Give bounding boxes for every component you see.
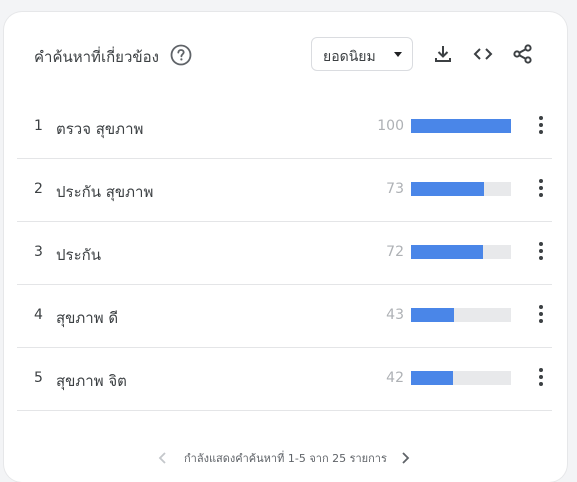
- interest-bar: [411, 371, 511, 385]
- interest-bar: [411, 182, 511, 196]
- interest-bar-fill: [411, 371, 453, 385]
- more-vert-icon[interactable]: [536, 177, 546, 199]
- sort-select-value: ยอดนิยม: [323, 49, 376, 65]
- related-queries-list: 1 ตรวจ สุขภาพ 100 2 ประกัน สุขภาพ 73 3 ป…: [17, 96, 552, 411]
- query-text[interactable]: ตรวจ สุขภาพ: [56, 117, 143, 141]
- rank-number: 1: [34, 118, 43, 134]
- interest-bar-fill: [411, 308, 454, 322]
- interest-value: 73: [386, 181, 404, 197]
- download-icon[interactable]: [431, 42, 455, 66]
- interest-bar: [411, 308, 511, 322]
- rank-number: 2: [34, 181, 43, 197]
- interest-bar-fill: [411, 119, 511, 133]
- rank-number: 5: [34, 370, 43, 386]
- list-item[interactable]: 2 ประกัน สุขภาพ 73: [17, 159, 552, 222]
- card-header: คำค้นหาที่เกี่ยวข้อง ยอดนิยม: [4, 12, 567, 96]
- list-item[interactable]: 3 ประกัน 72: [17, 222, 552, 285]
- interest-value: 43: [386, 307, 404, 323]
- list-item[interactable]: 5 สุขภาพ จิต 42: [17, 348, 552, 411]
- interest-bar: [411, 245, 511, 259]
- rank-number: 3: [34, 244, 43, 260]
- card-title: คำค้นหาที่เกี่ยวข้อง: [34, 48, 159, 66]
- more-vert-icon[interactable]: [536, 240, 546, 262]
- interest-value: 42: [386, 370, 404, 386]
- interest-value: 100: [377, 118, 404, 134]
- more-vert-icon[interactable]: [536, 366, 546, 388]
- chevron-right-icon[interactable]: [398, 450, 412, 464]
- more-vert-icon[interactable]: [536, 303, 546, 325]
- chevron-left-icon[interactable]: [156, 450, 170, 464]
- interest-bar-fill: [411, 182, 484, 196]
- interest-bar-fill: [411, 245, 483, 259]
- query-text[interactable]: ประกัน สุขภาพ: [56, 180, 153, 204]
- query-text[interactable]: สุขภาพ ดี: [56, 306, 118, 330]
- rank-number: 4: [34, 307, 43, 323]
- pagination-text: กำลังแสดงคำค้นหาที่ 1-5 จาก 25 รายการ: [184, 452, 387, 465]
- caret-down-icon: [394, 52, 402, 57]
- list-item[interactable]: 1 ตรวจ สุขภาพ 100: [17, 96, 552, 159]
- interest-value: 72: [386, 244, 404, 260]
- related-queries-card: คำค้นหาที่เกี่ยวข้อง ยอดนิยม 1 ตรวจ สุขภ…: [4, 12, 567, 482]
- interest-bar: [411, 119, 511, 133]
- share-icon[interactable]: [511, 42, 535, 66]
- query-text[interactable]: สุขภาพ จิต: [56, 369, 127, 393]
- pagination: กำลังแสดงคำค้นหาที่ 1-5 จาก 25 รายการ: [4, 446, 567, 466]
- help-circle-icon[interactable]: [170, 44, 192, 66]
- more-vert-icon[interactable]: [536, 114, 546, 136]
- query-text[interactable]: ประกัน: [56, 243, 101, 267]
- embed-code-icon[interactable]: [471, 42, 495, 66]
- sort-select[interactable]: ยอดนิยม: [311, 37, 413, 71]
- list-item[interactable]: 4 สุขภาพ ดี 43: [17, 285, 552, 348]
